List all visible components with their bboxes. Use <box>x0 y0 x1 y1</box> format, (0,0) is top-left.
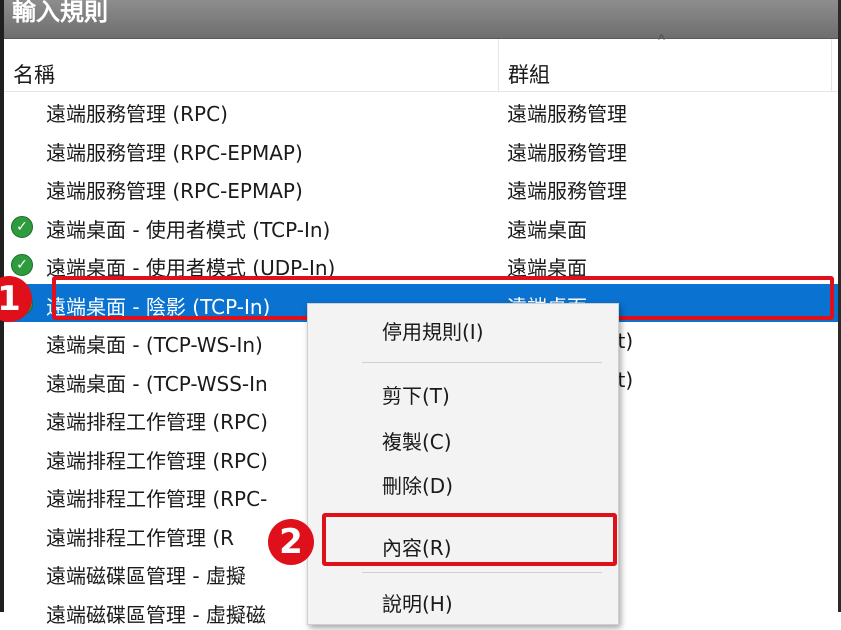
rule-name: 遠端桌面 - 使用者模式 (TCP-In) <box>46 214 330 243</box>
rule-name: 遠端排程工作管理 (R <box>46 522 234 551</box>
rule-name: 遠端磁碟區管理 - 虛擬 <box>46 560 246 589</box>
rule-row[interactable]: ✓ 遠端桌面 - 使用者模式 (TCP-In) 遠端桌面 <box>4 207 838 246</box>
rule-group: 遠端服務管理 <box>507 137 627 166</box>
rule-name: 遠端桌面 - (TCP-WSS-In <box>46 368 268 397</box>
rule-name: 遠端排程工作管理 (RPC- <box>46 483 267 512</box>
menu-item-delete[interactable]: 刪除(D) <box>382 470 453 499</box>
enabled-check-icon: ✓ <box>11 216 33 238</box>
menu-item-cut[interactable]: 剪下(T) <box>382 380 450 409</box>
column-header-group[interactable]: 群組 <box>508 59 550 89</box>
rule-row[interactable]: 遠端服務管理 (RPC-EPMAP) 遠端服務管理 <box>4 168 838 207</box>
context-menu: 停用規則(I) 剪下(T) 複製(C) 刪除(D) 內容(R) 說明(H) <box>307 303 619 625</box>
column-divider[interactable] <box>498 39 499 91</box>
enabled-check-icon: ✓ <box>11 254 33 276</box>
rule-name: 遠端排程工作管理 (RPC) <box>46 406 268 435</box>
rule-row[interactable]: 遠端服務管理 (RPC-EPMAP) 遠端服務管理 <box>4 130 838 169</box>
rule-name: 遠端服務管理 (RPC) <box>46 98 228 127</box>
column-divider[interactable] <box>831 39 832 91</box>
column-header: 名稱 群組 ˄ <box>4 39 838 92</box>
rule-group: 遠端服務管理 <box>507 175 627 204</box>
rule-name: 遠端服務管理 (RPC-EPMAP) <box>46 137 303 166</box>
rule-group: 遠端桌面 <box>507 214 587 243</box>
menu-separator <box>362 572 602 573</box>
rule-name: 遠端排程工作管理 (RPC) <box>46 445 268 474</box>
rule-name: 遠端桌面 - (TCP-WS-In) <box>46 329 263 358</box>
menu-separator <box>362 362 602 363</box>
menu-item-help[interactable]: 說明(H) <box>382 588 453 617</box>
rule-name: 遠端服務管理 (RPC-EPMAP) <box>46 175 303 204</box>
sort-ascending-icon: ˄ <box>656 33 667 58</box>
panel-title-bar: 輸入規則 <box>4 0 838 39</box>
rule-name: 遠端磁碟區管理 - 虛擬磁 <box>46 599 266 628</box>
annotation-highlight-properties <box>322 513 617 566</box>
menu-item-copy[interactable]: 複製(C) <box>382 426 452 455</box>
rule-group: 遠端服務管理 <box>507 98 627 127</box>
menu-item-disable-rule[interactable]: 停用規則(I) <box>382 316 484 345</box>
rule-row[interactable]: 遠端服務管理 (RPC) 遠端服務管理 <box>4 91 838 130</box>
panel-title: 輸入規則 <box>12 0 108 27</box>
step-badge-2: 2 <box>268 519 314 565</box>
column-header-name[interactable]: 名稱 <box>13 59 55 89</box>
